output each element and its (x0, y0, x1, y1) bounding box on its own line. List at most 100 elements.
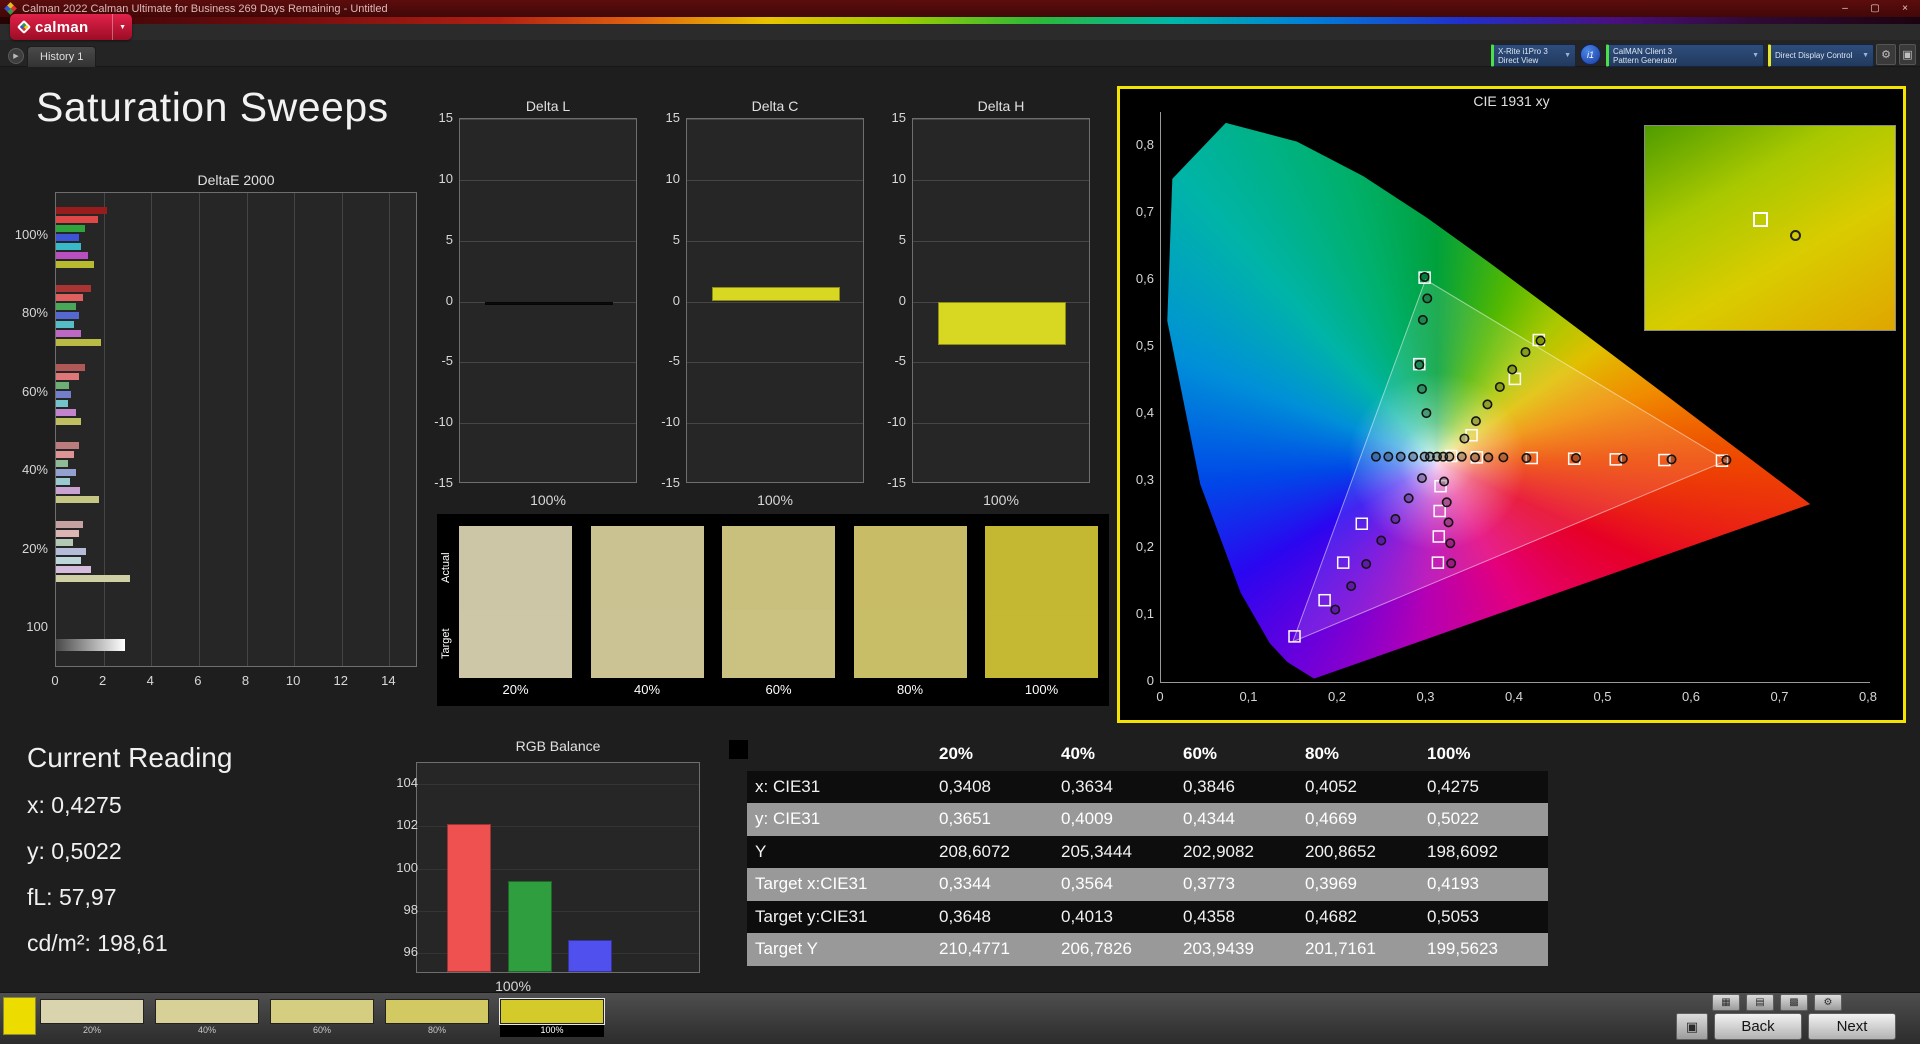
gridline (460, 119, 636, 120)
deltae-bar (56, 450, 74, 458)
delta-y-tick: 0 (445, 292, 453, 308)
saturation-level-swatch[interactable]: 60% (270, 999, 374, 1037)
swatch-color (40, 999, 144, 1024)
title-bar: Calman 2022 Calman Ultimate for Business… (0, 0, 1920, 17)
deltae-bar (56, 417, 81, 425)
meter-badge-icon[interactable]: i1 (1580, 44, 1601, 65)
tab-history-1[interactable]: History 1 (27, 46, 97, 67)
cie-y-tick: 0,3 (1135, 472, 1154, 487)
deltae-x-tick: 12 (333, 673, 349, 688)
target-swatch (722, 609, 835, 678)
deltae-bar (56, 320, 74, 328)
display-dropdown[interactable]: Direct Display Control ▼ (1768, 44, 1874, 67)
deltae-bar (56, 390, 72, 398)
deltae-x-tick: 6 (194, 673, 202, 688)
deltae-group-label: 40% (21, 462, 48, 477)
display-name: Direct Display Control (1775, 51, 1853, 60)
actual-swatch (590, 526, 704, 610)
table-value-cell: 0,4682 (1305, 906, 1357, 926)
back-button[interactable]: Back (1714, 1013, 1802, 1040)
deltae-bar (56, 251, 89, 259)
close-button[interactable]: × (1890, 0, 1920, 17)
settings-gear-button[interactable]: ⚙ (1876, 44, 1896, 65)
table-corner-box (729, 740, 748, 759)
table-row: Target y:CIE31 0,3648 0,4013 0,4358 0,4682 0,… (747, 900, 1548, 933)
calman-menu-button[interactable]: calman ▼ (10, 14, 132, 40)
chevron-down-icon: ▼ (1862, 52, 1869, 59)
deltae-group-label: 20% (21, 541, 48, 556)
swatch-cell (722, 526, 835, 678)
workspace-layout-button[interactable]: ▣ (1899, 44, 1916, 65)
table-value-cell: 0,3773 (1183, 874, 1235, 894)
actual-swatch (853, 526, 967, 610)
delta-y-tick: 0 (898, 292, 906, 308)
table-row-label: x: CIE31 (755, 776, 821, 796)
table-value-cell: 206,7826 (1061, 939, 1132, 959)
cie-measured-marker (1617, 453, 1628, 464)
swatch-cell (590, 526, 704, 678)
saturation-level-swatch[interactable]: 40% (155, 999, 259, 1037)
print-button[interactable]: ▩ (1780, 994, 1808, 1011)
cie-zoom-inset (1644, 125, 1896, 331)
minimize-button[interactable]: – (1830, 0, 1860, 17)
table-value-cell: 0,5022 (1427, 809, 1479, 829)
delta-y-tick: -5 (668, 353, 680, 369)
cie-y-tick: 0,6 (1135, 271, 1154, 286)
cie-measured-marker (1439, 476, 1450, 487)
actual-swatch (985, 526, 1098, 610)
next-button[interactable]: Next (1808, 1013, 1896, 1040)
table-value-cell: 201,7161 (1305, 939, 1376, 959)
table-column-header: 40% (1061, 744, 1096, 764)
table-value-cell: 0,3648 (939, 906, 991, 926)
table-value-cell: 202,9082 (1183, 841, 1254, 861)
deltae-bar (56, 224, 85, 232)
saturation-level-swatch[interactable]: 80% (385, 999, 489, 1037)
target-swatch (985, 609, 1098, 678)
deltae-bar (56, 459, 68, 467)
cie-measured-marker (1507, 364, 1518, 375)
cie-measured-marker (1494, 381, 1505, 392)
gridline (294, 193, 296, 666)
menu-caret-icon[interactable]: ▼ (112, 14, 132, 40)
table-column-header: 80% (1305, 744, 1340, 764)
deltae-x-tick: 10 (285, 673, 301, 688)
cie-measured-marker (1456, 451, 1467, 462)
rgb-balance-title: RGB Balance (515, 738, 601, 754)
cie-measured-marker (1444, 451, 1455, 462)
deltae-bar (56, 408, 77, 416)
target-marker-icon (1752, 211, 1768, 227)
swatch-color (499, 998, 605, 1025)
cie-x-tick: 0,5 (1593, 689, 1612, 704)
swatch-percent-label: 60% (312, 1025, 331, 1035)
report-button[interactable]: ▤ (1746, 994, 1774, 1011)
cie-x-tick: 0,8 (1858, 689, 1878, 704)
swatch-color (270, 999, 374, 1024)
gridline (913, 423, 1089, 425)
window-title: Calman 2022 Calman Ultimate for Business… (22, 2, 388, 15)
pattern-window-button[interactable]: ▣ (1676, 1013, 1708, 1040)
meter-dropdown[interactable]: X-Rite i1Pro 3 Direct View ▼ (1491, 44, 1576, 67)
table-value-cell: 0,3634 (1061, 776, 1113, 796)
settings-button[interactable]: ⚙ (1814, 994, 1842, 1011)
deltae-bar (56, 363, 85, 371)
saturation-level-swatch[interactable]: 100% (499, 998, 605, 1037)
table-row-label: Target Y (755, 939, 819, 959)
chevron-down-icon: ▼ (1564, 52, 1571, 59)
gridline (687, 240, 863, 242)
cie-1931-chart[interactable]: CIE 1931 xy 0 0,1 0,2 0,3 0,4 0,5 0,6 0,7 0,8 0 0,… (1117, 86, 1906, 723)
table-value-cell: 0,3408 (939, 776, 991, 796)
deltae-bar (56, 381, 70, 389)
table-row-label: Target y:CIE31 (755, 906, 868, 926)
delta-y-tick: -15 (887, 475, 906, 490)
gridline (460, 362, 636, 364)
cie-y-tick: 0,2 (1135, 539, 1154, 554)
chevron-down-icon: ▼ (1752, 52, 1759, 59)
history-nav-button[interactable]: ▶ (8, 48, 24, 64)
rgb-balance-chart: RGB Balance 100% 104 102 100 98 96 (380, 738, 725, 994)
cie-measured-marker (1535, 335, 1546, 346)
swatch-label: 40% (633, 682, 661, 697)
maximize-button[interactable]: ▢ (1860, 0, 1890, 17)
saturation-level-swatch[interactable]: 20% (40, 999, 144, 1037)
source-dropdown[interactable]: CalMAN Client 3 Pattern Generator ▼ (1606, 44, 1764, 67)
pattern-display-button[interactable]: ▦ (1712, 994, 1740, 1011)
